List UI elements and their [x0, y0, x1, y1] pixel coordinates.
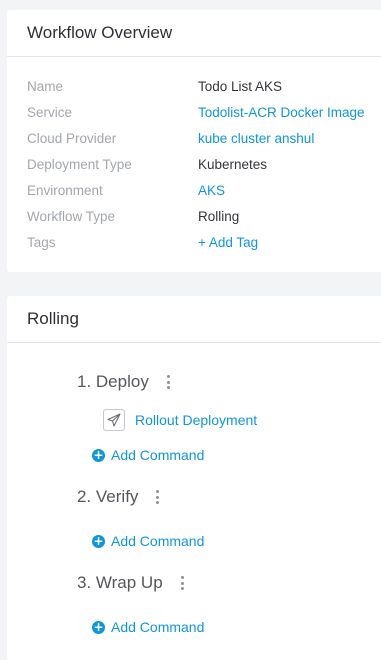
workflow-name-value: Todo List AKS	[198, 78, 283, 94]
add-command-button[interactable]: + Add Command	[92, 619, 204, 635]
deployment-type-value: Kubernetes	[198, 156, 268, 172]
phase-name: 1. Deploy	[77, 372, 149, 391]
cloud-provider-link[interactable]: kube cluster anshul	[198, 131, 314, 146]
phase-name: 3. Wrap Up	[77, 573, 163, 592]
add-tag-link[interactable]: + Add Tag	[198, 235, 258, 250]
rolling-card: Rolling 1. Deploy Rollout Deployment + A…	[7, 296, 381, 660]
detail-label: Environment	[27, 182, 103, 198]
detail-label: Cloud Provider	[27, 130, 117, 146]
environment-link[interactable]: AKS	[198, 183, 225, 198]
plus-circle-icon: +	[92, 447, 105, 462]
detail-row-deployment-type: Deployment Type Kubernetes	[27, 151, 381, 177]
add-command-label: Add Command	[111, 619, 205, 635]
detail-label: Service	[27, 104, 73, 120]
detail-row-workflow-type: Workflow Type Rolling	[27, 203, 381, 229]
detail-row-tags: Tags + Add Tag	[27, 229, 381, 255]
detail-label: Workflow Type	[27, 208, 116, 224]
kebab-menu-icon[interactable]	[180, 576, 185, 590]
step-rollout-deployment[interactable]: Rollout Deployment	[103, 409, 257, 431]
phase-verify[interactable]: 2. Verify	[77, 487, 160, 507]
workflow-type-value: Rolling	[198, 208, 240, 224]
phase-deploy[interactable]: 1. Deploy	[77, 372, 171, 392]
detail-row-cloud-provider: Cloud Provider kube cluster anshul	[27, 125, 381, 151]
kebab-menu-icon[interactable]	[166, 375, 171, 389]
phase-name: 2. Verify	[77, 487, 139, 506]
add-command-button[interactable]: + Add Command	[92, 533, 204, 549]
plus-circle-icon: +	[92, 619, 105, 634]
overview-details: Name Todo List AKS Service Todolist-ACR …	[27, 73, 381, 255]
add-command-button[interactable]: + Add Command	[92, 447, 204, 463]
plus-circle-icon: +	[92, 533, 105, 548]
detail-label: Deployment Type	[27, 156, 132, 172]
workflow-overview-card: Workflow Overview Name Todo List AKS Ser…	[7, 10, 381, 272]
paper-plane-icon	[103, 409, 125, 431]
detail-row-service: Service Todolist-ACR Docker Image	[27, 99, 381, 125]
add-command-label: Add Command	[111, 447, 205, 463]
rolling-title: Rolling	[7, 296, 381, 343]
detail-label: Name	[27, 78, 64, 94]
detail-row-environment: Environment AKS	[27, 177, 381, 203]
service-link[interactable]: Todolist-ACR Docker Image	[198, 105, 365, 120]
detail-label: Tags	[27, 234, 56, 250]
kebab-menu-icon[interactable]	[156, 490, 160, 504]
add-command-label: Add Command	[111, 533, 205, 549]
workflow-overview-title: Workflow Overview	[7, 10, 381, 57]
phase-wrap-up[interactable]: 3. Wrap Up	[77, 573, 185, 593]
step-name: Rollout Deployment	[135, 412, 258, 428]
detail-row-name: Name Todo List AKS	[27, 73, 381, 99]
